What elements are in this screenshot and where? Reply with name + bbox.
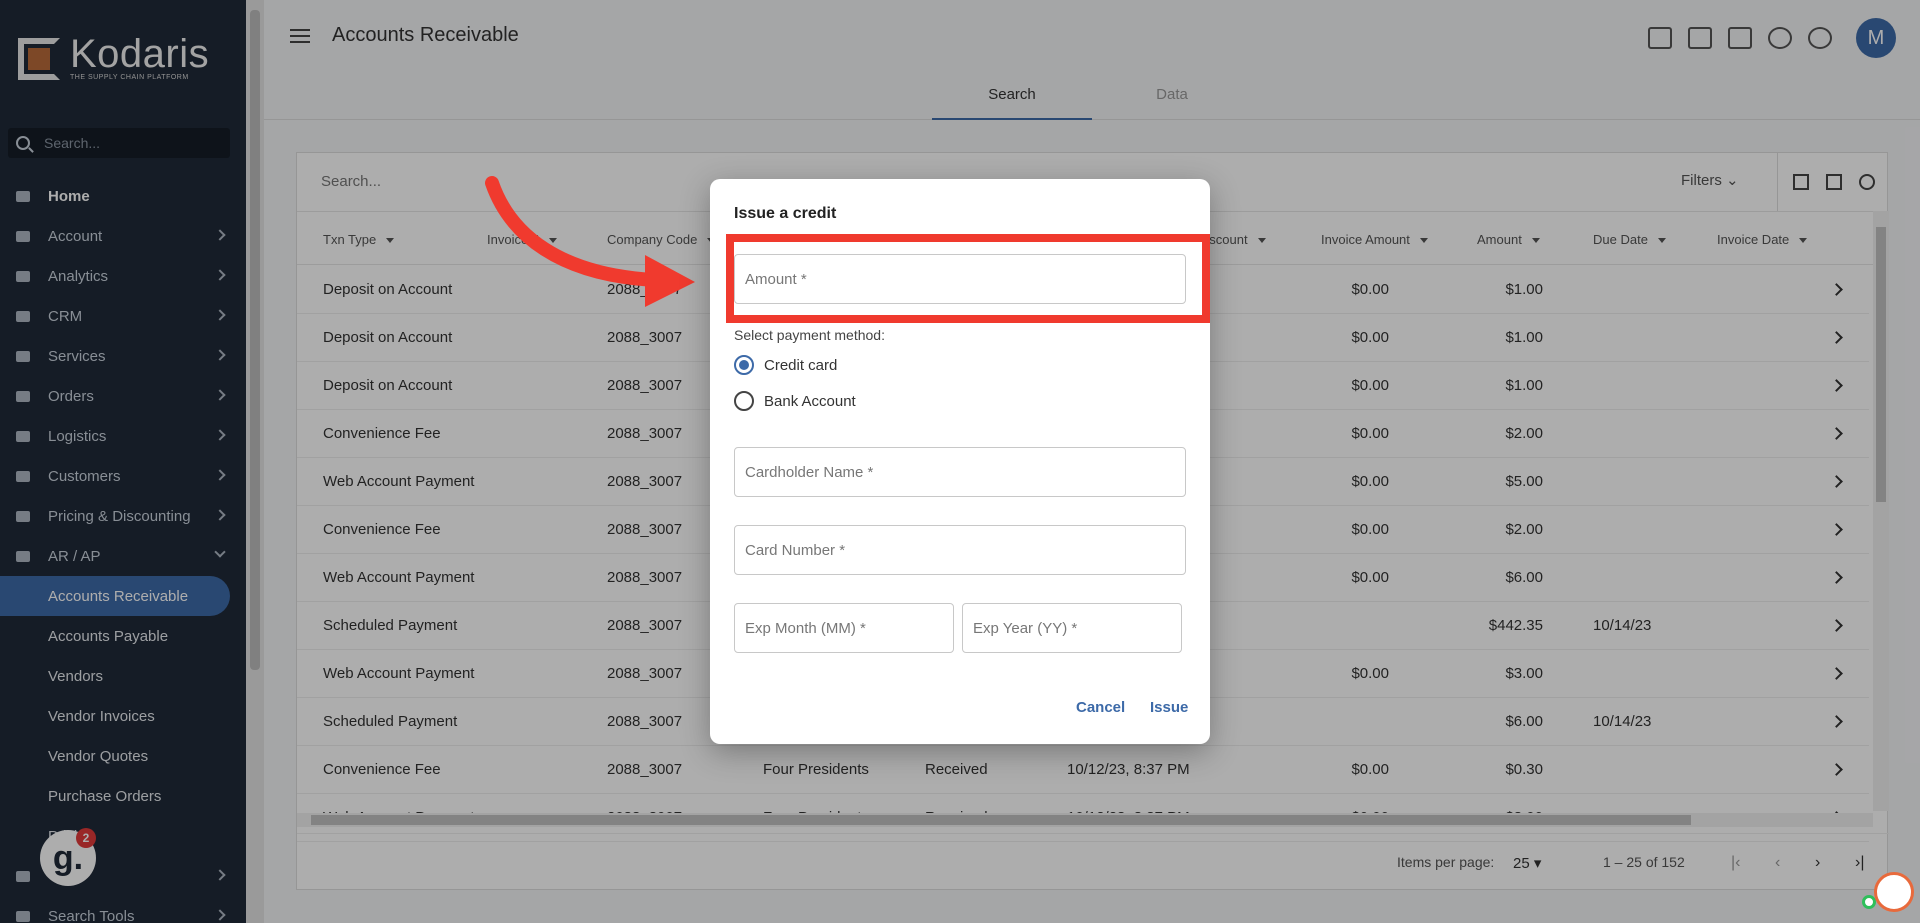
exp-month-input[interactable]: [735, 604, 953, 652]
exp-year-input[interactable]: [963, 604, 1181, 652]
exp-year-field: [962, 603, 1182, 653]
annotation-highlight-box: [726, 234, 1210, 323]
dialog-title: Issue a credit: [734, 205, 837, 222]
card-number-input[interactable]: [735, 526, 1185, 574]
cardholder-name-input[interactable]: [735, 448, 1185, 496]
exp-month-field: [734, 603, 954, 653]
card-number-field: [734, 525, 1186, 575]
chat-icon[interactable]: [1874, 872, 1914, 912]
radio-credit-card[interactable]: Credit card: [734, 355, 837, 375]
cancel-button[interactable]: Cancel: [1076, 699, 1125, 716]
annotation-arrow-icon: [485, 176, 695, 307]
payment-method-label: Select payment method:: [734, 327, 885, 343]
cardholder-name-field: [734, 447, 1186, 497]
issue-button[interactable]: Issue: [1150, 699, 1188, 716]
radio-checked-icon: [734, 355, 754, 375]
issue-credit-dialog: Issue a credit Select payment method: Cr…: [710, 179, 1210, 744]
radio-unchecked-icon: [734, 391, 754, 411]
radio-bank-account[interactable]: Bank Account: [734, 391, 856, 411]
